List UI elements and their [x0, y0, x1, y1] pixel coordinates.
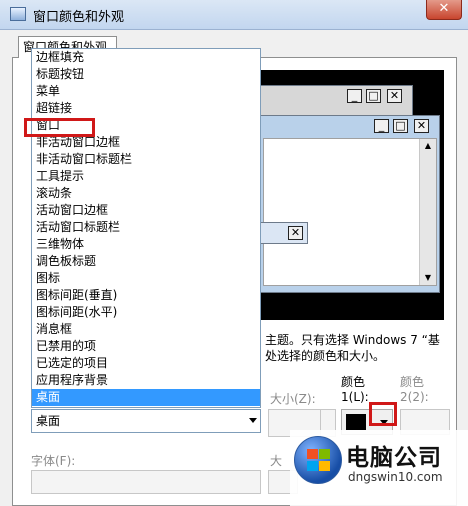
- title-bar: 窗口颜色和外观 ✕: [0, 0, 468, 30]
- font-size-label: 大: [270, 454, 283, 468]
- preview-active-window: _ □ ✕ ▲ ▼: [258, 115, 440, 293]
- maximize-icon: □: [393, 119, 408, 133]
- list-item[interactable]: 图标间距(水平): [32, 304, 260, 321]
- list-item[interactable]: 已禁用的项: [32, 338, 260, 355]
- color2-label-top: 颜色: [400, 375, 425, 389]
- color2-label-bottom: 2(2):: [400, 390, 429, 404]
- highlight-box: [369, 402, 397, 426]
- color1-label-bottom: 1(L):: [341, 390, 369, 404]
- list-item[interactable]: 非活动窗口标题栏: [32, 151, 260, 168]
- item-combobox-value: 桌面: [36, 414, 61, 428]
- highlight-box: [24, 118, 95, 137]
- window-title: 窗口颜色和外观: [33, 10, 125, 25]
- list-item[interactable]: 活动窗口边框: [32, 202, 260, 219]
- list-item[interactable]: 滚动条: [32, 185, 260, 202]
- watermark: 电脑公司 dngswin10.com: [290, 430, 468, 506]
- scroll-down-icon: ▼: [424, 273, 432, 282]
- item-combobox[interactable]: 桌面: [31, 409, 261, 433]
- list-item[interactable]: 调色板标题: [32, 253, 260, 270]
- list-item[interactable]: 图标间距(垂直): [32, 287, 260, 304]
- list-item[interactable]: 图标: [32, 270, 260, 287]
- list-item[interactable]: 菜单: [32, 83, 260, 100]
- list-item[interactable]: 三维物体: [32, 236, 260, 253]
- preview-window-body: [263, 138, 437, 286]
- list-item-selected[interactable]: 桌面: [32, 389, 260, 406]
- preview-scrollbar: ▲ ▼: [419, 139, 436, 285]
- minimize-icon: _: [347, 89, 362, 103]
- font-combobox[interactable]: [31, 470, 261, 494]
- scroll-up-icon: ▲: [424, 141, 432, 150]
- preview-message-box: ✕: [258, 222, 308, 244]
- list-item[interactable]: 已选定的项目: [32, 355, 260, 372]
- list-item[interactable]: 工具提示: [32, 168, 260, 185]
- list-item[interactable]: 超链接: [32, 100, 260, 117]
- close-icon: ✕: [387, 89, 402, 103]
- description-line-1: 主题。只有选择 Windows 7 “基: [265, 333, 440, 347]
- minimize-icon: _: [374, 119, 389, 133]
- color1-swatch: [346, 414, 366, 430]
- font-label: 字体(F):: [31, 454, 76, 468]
- list-item[interactable]: 活动窗口标题栏: [32, 219, 260, 236]
- close-icon: ✕: [288, 226, 303, 240]
- list-item[interactable]: 标题按钮: [32, 66, 260, 83]
- chevron-down-icon[interactable]: [249, 418, 257, 423]
- description-line-2: 处选择的颜色和大小。: [265, 349, 386, 363]
- windows-logo-icon: [294, 436, 342, 484]
- item-dropdown-list[interactable]: 边框填充 标题按钮 菜单 超链接 窗口 非活动窗口边框 非活动窗口标题栏 工具提…: [31, 48, 261, 408]
- list-item[interactable]: 应用程序背景: [32, 372, 260, 389]
- close-icon: ✕: [414, 119, 429, 133]
- color1-label-top: 颜色: [341, 375, 366, 389]
- watermark-title: 电脑公司: [346, 445, 442, 471]
- maximize-icon: □: [366, 89, 381, 103]
- appearance-preview: _ □ ✕ _ □ ✕ ▲ ▼ ✕: [258, 70, 444, 320]
- watermark-url: dngswin10.com: [348, 470, 443, 484]
- list-item[interactable]: 边框填充: [32, 49, 260, 66]
- list-item[interactable]: 消息框: [32, 321, 260, 338]
- close-button[interactable]: ✕: [426, 0, 462, 20]
- size-label: 大小(Z):: [270, 392, 316, 406]
- window-icon: [10, 7, 26, 21]
